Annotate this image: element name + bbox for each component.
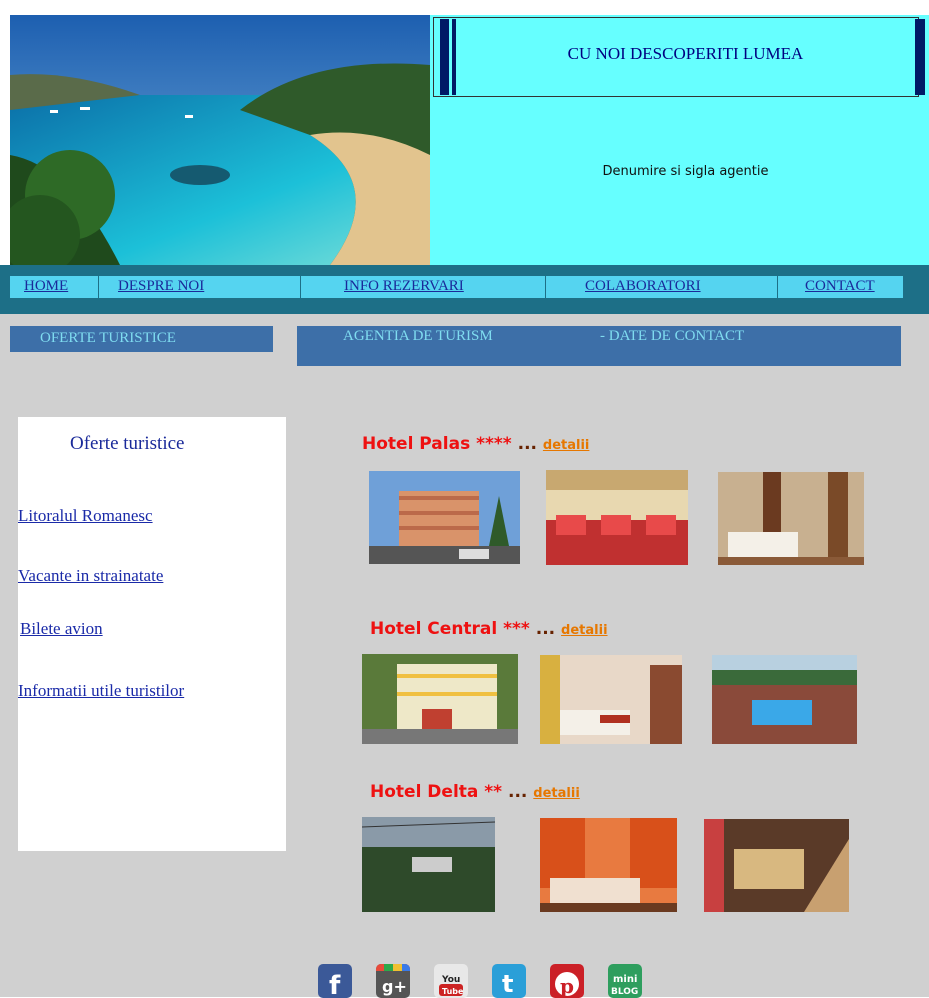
nav-about[interactable]: DESPRE NOI <box>118 278 204 295</box>
twitter-icon[interactable]: t <box>492 964 526 998</box>
title-bar-decoration <box>452 19 456 95</box>
facebook-icon[interactable]: f <box>318 964 352 998</box>
hotel-palas-details-link[interactable]: detalii <box>543 438 589 453</box>
hotel-central-photo-exterior <box>362 654 518 744</box>
sidebar-link-informatii[interactable]: Informatii utile turistilor <box>18 681 184 701</box>
nav-collaborators[interactable]: COLABORATORI <box>585 278 701 295</box>
hotel-delta-photo-aerial <box>362 817 495 912</box>
svg-text:p: p <box>560 974 574 998</box>
hotel-dots: ... <box>529 619 556 639</box>
svg-text:g+: g+ <box>382 977 407 996</box>
nav-reservations[interactable]: INFO REZERVARI <box>344 278 464 295</box>
nav-separator <box>300 276 301 298</box>
svg-text:mini: mini <box>613 974 637 985</box>
sidebar-link-vacante[interactable]: Vacante in strainatate <box>18 566 163 586</box>
contact-section-title: - DATE DE CONTACT <box>600 328 745 344</box>
hotel-dots: ... <box>502 782 528 802</box>
sidebar-title: Oferte turistice <box>70 433 185 454</box>
hotel-delta-photo-room <box>540 818 677 912</box>
svg-text:You: You <box>441 975 460 985</box>
agency-section-title: AGENTIA DE TURISM <box>343 328 493 344</box>
offers-section-title: OFERTE TURISTICE <box>40 330 176 346</box>
nav-contact[interactable]: CONTACT <box>805 278 875 295</box>
agency-name-placeholder: Denumire si sigla agentie <box>602 164 769 179</box>
title-bar-decoration <box>915 19 925 95</box>
nav-separator <box>777 276 778 298</box>
page-title: CU NOI DESCOPERITI LUMEA <box>567 44 804 63</box>
sidebar-link-litoral[interactable]: Litoralul Romanesc <box>18 506 153 526</box>
title-bar-decoration <box>440 19 449 95</box>
hotel-delta-heading: Hotel Delta ** ... detalii <box>370 782 580 802</box>
svg-text:Tube: Tube <box>442 987 464 996</box>
hotel-delta-details-link[interactable]: detalii <box>533 786 579 801</box>
sidebar-link-bilete[interactable]: Bilete avion <box>20 619 103 639</box>
hotel-palas-photo-room <box>718 472 864 565</box>
hotel-palas-heading: Hotel Palas **** ... detalii <box>362 434 589 454</box>
youtube-icon[interactable]: You Tube <box>434 964 468 998</box>
hotel-central-photo-room <box>540 655 682 744</box>
pinterest-icon[interactable]: p <box>550 964 584 998</box>
svg-text:BLOG: BLOG <box>611 987 638 997</box>
hotel-palas-photo-exterior <box>369 471 520 564</box>
hotel-name: Hotel Palas **** <box>362 434 512 454</box>
hotel-name: Hotel Delta ** <box>370 782 503 802</box>
hotel-central-details-link[interactable]: detalii <box>561 623 607 638</box>
hotel-name: Hotel Central *** <box>370 619 530 639</box>
hotel-central-photo-pool <box>712 655 857 744</box>
svg-text:f: f <box>329 971 341 998</box>
hotel-dots: ... <box>511 434 537 454</box>
hotel-delta-photo-lobby <box>704 819 849 912</box>
nav-separator <box>545 276 546 298</box>
hotel-central-heading: Hotel Central *** ... detalii <box>370 619 608 639</box>
hotel-palas-photo-restaurant <box>546 470 688 565</box>
nav-home[interactable]: HOME <box>24 278 68 295</box>
svg-text:t: t <box>502 970 513 998</box>
nav-separator <box>98 276 99 298</box>
miniblog-icon[interactable]: mini BLOG <box>608 964 642 998</box>
google-plus-icon[interactable]: g+ <box>376 964 410 998</box>
header-beach-image <box>10 15 430 265</box>
